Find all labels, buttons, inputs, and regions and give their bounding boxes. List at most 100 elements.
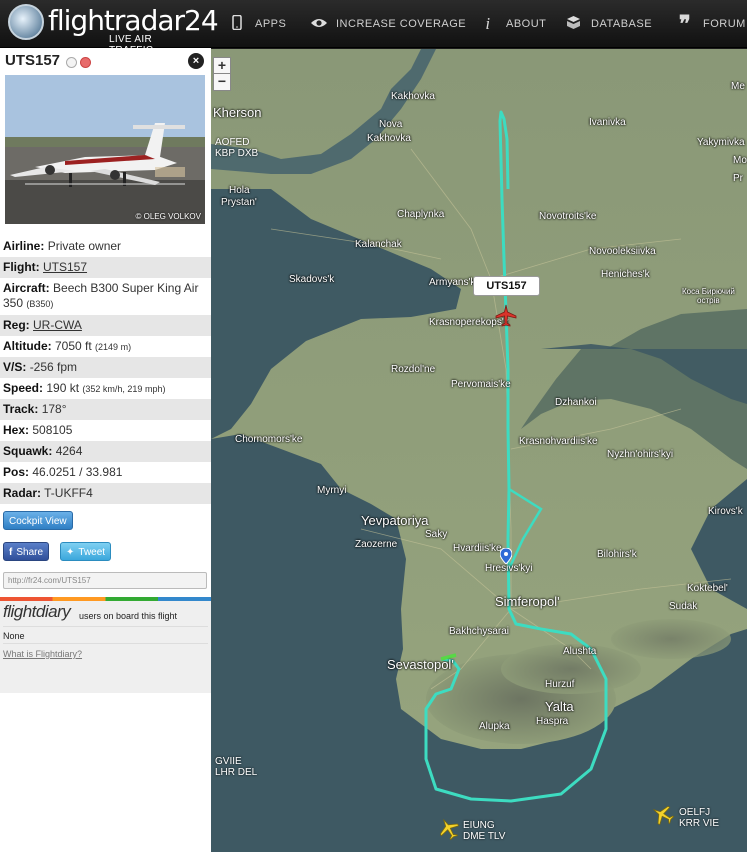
aircraft-route: KBP DXB: [215, 148, 259, 159]
flightdiary-info-link[interactable]: What is Flightdiary?: [3, 649, 82, 659]
place-label: Коса Бирючий: [682, 287, 735, 296]
nav-about[interactable]: i ABOUT: [480, 0, 546, 48]
place-label: Mo: [733, 155, 747, 166]
aircraft-reg: AOFED: [215, 137, 250, 148]
nav-forum[interactable]: ❞ FORUM: [677, 0, 746, 48]
info-icon: i: [485, 14, 491, 33]
other-aircraft-label[interactable]: EIUNG DME TLV: [463, 820, 505, 842]
flight-callsign: UTS157: [5, 52, 61, 69]
place-label: Yalta: [545, 699, 574, 714]
map-view[interactable]: Kakhovka Kherson Nova Kakhovka Ivanivka …: [211, 49, 747, 852]
flight-link[interactable]: UTS157: [43, 260, 87, 274]
place-label: Sevastopol': [387, 657, 454, 672]
detail-airline: Airline: Private owner: [0, 236, 211, 257]
place-label: Bakhchysarai: [449, 626, 510, 637]
flightdiary-box: flightdiary users on board this flight N…: [0, 601, 211, 693]
detail-vs: V/S: -256 fpm: [0, 357, 211, 378]
place-label: Rozdol'ne: [391, 364, 436, 375]
detail-pos: Pos: 46.0251 / 33.981: [0, 462, 211, 483]
nav-increase-coverage[interactable]: INCREASE COVERAGE: [310, 0, 466, 48]
share-url-field[interactable]: http://fr24.com/UTS157: [3, 572, 207, 589]
selected-aircraft-icon[interactable]: [494, 304, 518, 328]
location-pin-icon: [500, 548, 512, 564]
close-button[interactable]: ×: [188, 53, 204, 69]
tweet-label: Tweet: [78, 547, 106, 558]
detail-value: Private owner: [47, 239, 122, 253]
zoom-in-button[interactable]: +: [213, 57, 231, 74]
detail-label: Radar:: [3, 486, 42, 500]
place-label: Yevpatoriya: [361, 513, 429, 528]
nav-apps[interactable]: APPS: [229, 0, 286, 48]
airplane-icon[interactable]: [651, 803, 675, 827]
nav-about-label: ABOUT: [506, 18, 547, 30]
flight-label-tag[interactable]: UTS157: [473, 276, 540, 296]
aircraft-photo-image: [5, 75, 205, 224]
detail-aircraft: Aircraft: Beech B300 Super King Air 350 …: [0, 278, 211, 315]
detail-track: Track: 178°: [0, 399, 211, 420]
eye-icon: [310, 16, 327, 33]
aircraft-reg: OELFJ: [679, 807, 711, 818]
nav-increase-coverage-label: INCREASE COVERAGE: [336, 18, 467, 30]
detail-flight: Flight: UTS157: [0, 257, 211, 278]
place-label: Ivanivka: [589, 117, 626, 128]
detail-radar: Radar: T-UKFF4: [0, 483, 211, 504]
quote-icon: ❞: [678, 11, 692, 37]
flightdiary-logo[interactable]: flightdiary: [3, 602, 71, 622]
place-label: Pr: [733, 173, 743, 184]
aircraft-route: DME TLV: [463, 831, 506, 842]
place-label: Novooleksiivka: [589, 246, 656, 257]
place-label: Kirovs'k: [708, 506, 743, 517]
phone-icon: [229, 14, 245, 34]
other-aircraft-label[interactable]: AOFED KBP DXB: [215, 137, 258, 159]
detail-label: Altitude:: [3, 339, 52, 353]
detail-altitude: Altitude: 7050 ft (2149 m): [0, 336, 211, 357]
zoom-out-button[interactable]: −: [213, 74, 231, 91]
clock-icon[interactable]: [66, 57, 77, 68]
radar-logo-icon: [8, 4, 44, 40]
place-label: острів: [697, 296, 720, 305]
flightradar24-logo[interactable]: flightradar24 LIVE AIR TRAFFIC: [8, 4, 219, 56]
registration-link[interactable]: UR-CWA: [33, 318, 82, 332]
place-label: Prystan': [221, 197, 257, 208]
detail-label: Reg:: [3, 318, 30, 332]
detail-value: T-UKFF4: [44, 486, 93, 500]
place-label: Bilohirs'k: [597, 549, 637, 560]
aircraft-photo[interactable]: © OLEG VOLKOV: [5, 75, 205, 224]
place-label: Hurzuf: [545, 679, 575, 690]
logo-text: flightradar24: [48, 4, 219, 37]
detail-label: Track:: [3, 402, 39, 416]
other-aircraft-label[interactable]: OELFJ KRR VIE: [679, 807, 719, 829]
place-label: Myrnyi: [317, 485, 347, 496]
place-label: Haspra: [536, 716, 569, 727]
aircraft-reg: GVIIE: [215, 756, 242, 767]
tweet-button[interactable]: ✦ Tweet: [60, 542, 112, 561]
place-label: Dzhankoi: [555, 397, 597, 408]
nav-apps-label: APPS: [255, 18, 287, 30]
stop-icon[interactable]: [80, 57, 91, 68]
other-aircraft-label[interactable]: GVIIE LHR DEL: [215, 756, 257, 778]
detail-value: 508105: [32, 423, 73, 437]
aircraft-reg: EIUNG: [463, 820, 495, 831]
detail-speed: Speed: 190 kt (352 km/h, 219 mph): [0, 378, 211, 399]
detail-subvalue: (B350): [26, 299, 54, 309]
place-label: Kalanchak: [355, 239, 402, 250]
detail-label: Hex:: [3, 423, 30, 437]
database-icon: [565, 15, 581, 34]
detail-label: V/S:: [3, 360, 27, 374]
place-label: Armyans'k: [429, 277, 476, 288]
airplane-icon[interactable]: [437, 817, 461, 841]
place-label: Yakymivka: [697, 137, 745, 148]
facebook-icon: f: [9, 547, 13, 558]
flight-info-panel: UTS157 × © OLEG VOLKOV Airline: Private …: [0, 48, 211, 852]
detail-value: 178°: [41, 402, 67, 416]
place-label: Skadovs'k: [289, 274, 335, 285]
cockpit-view-button[interactable]: Cockpit View: [3, 511, 73, 530]
share-label: Share: [16, 547, 44, 558]
detail-squawk: Squawk: 4264: [0, 441, 211, 462]
place-label: Hvardiis'ke: [453, 543, 502, 554]
detail-value: 7050 ft: [55, 339, 92, 353]
nav-database[interactable]: DATABASE: [565, 0, 652, 48]
facebook-share-button[interactable]: f Share: [3, 542, 50, 561]
place-label: Heniches'k: [601, 269, 650, 280]
place-label: Nyzhn'ohirs'kyi: [607, 449, 674, 460]
